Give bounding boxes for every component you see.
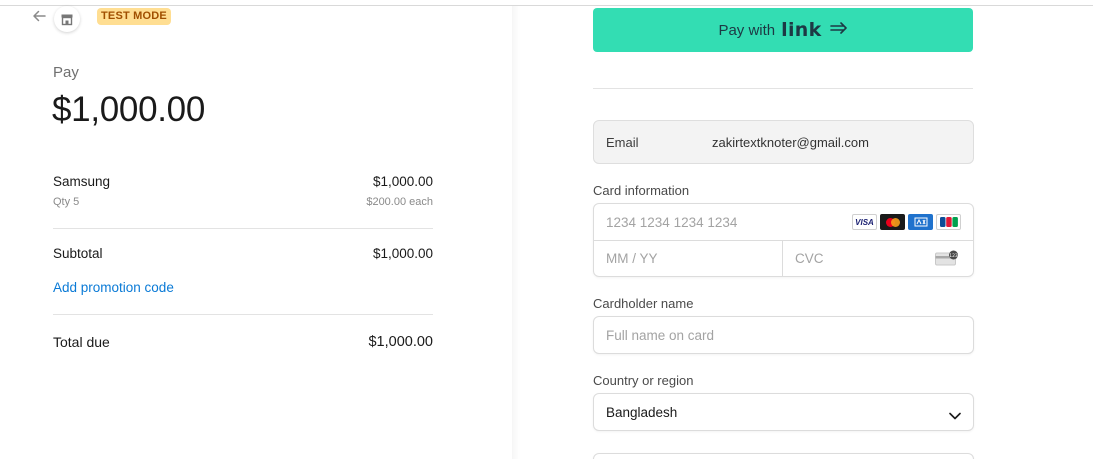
amex-icon bbox=[908, 214, 933, 230]
item-unit-price: $200.00 each bbox=[366, 196, 433, 208]
arrow-right-icon bbox=[829, 21, 848, 39]
back-arrow-icon[interactable] bbox=[31, 9, 47, 23]
next-field-partial[interactable] bbox=[593, 453, 974, 459]
total-value: $1,000.00 bbox=[368, 334, 433, 350]
cvc-placeholder: CVC bbox=[795, 251, 824, 266]
email-field[interactable]: Email zakirtextknoter@gmail.com bbox=[593, 120, 974, 164]
subtotal-value: $1,000.00 bbox=[372, 246, 433, 261]
item-price: $1,000.00 bbox=[372, 174, 433, 189]
card-information-label: Card information bbox=[593, 183, 690, 198]
add-promotion-code-link[interactable]: Add promotion code bbox=[53, 280, 174, 295]
line-item: Samsung $1,000.00 bbox=[53, 174, 433, 189]
link-logo: link bbox=[781, 19, 822, 41]
expiry-placeholder: MM / YY bbox=[606, 251, 658, 266]
pay-with-label: Pay with bbox=[718, 21, 776, 39]
visa-icon: VISA bbox=[852, 214, 877, 230]
pay-label: Pay bbox=[53, 64, 79, 81]
country-value: Bangladesh bbox=[606, 405, 678, 420]
pay-amount: $1,000.00 bbox=[52, 90, 206, 129]
card-information-group: 1234 1234 1234 1234 VISA MM / YY CVC 123 bbox=[593, 203, 974, 277]
cvc-card-icon: 123 bbox=[935, 250, 959, 271]
email-value: zakirtextknoter@gmail.com bbox=[712, 134, 869, 150]
item-qty: Qty 5 bbox=[53, 196, 80, 208]
svg-text:123: 123 bbox=[949, 253, 958, 259]
cardholder-name-label: Cardholder name bbox=[593, 296, 694, 311]
divider bbox=[53, 314, 433, 315]
divider bbox=[53, 228, 433, 229]
pay-with-link-button[interactable]: Pay with link bbox=[593, 8, 973, 52]
expiry-input[interactable]: MM / YY bbox=[594, 241, 783, 277]
panel-divider bbox=[512, 6, 520, 459]
test-mode-badge: TEST MODE bbox=[97, 8, 171, 25]
card-number-input[interactable]: 1234 1234 1234 1234 VISA bbox=[594, 204, 973, 241]
cardholder-name-input[interactable]: Full name on card bbox=[593, 316, 974, 354]
total-row: Total due $1,000.00 bbox=[53, 334, 433, 350]
store-icon bbox=[54, 6, 80, 32]
cvc-input[interactable]: CVC 123 bbox=[783, 241, 973, 277]
divider bbox=[593, 88, 973, 89]
jcb-icon bbox=[936, 214, 961, 230]
card-number-placeholder: 1234 1234 1234 1234 bbox=[606, 215, 738, 230]
mastercard-icon bbox=[880, 214, 905, 230]
card-brands: VISA bbox=[852, 214, 961, 230]
total-label: Total due bbox=[53, 334, 110, 350]
cardholder-name-placeholder: Full name on card bbox=[606, 328, 715, 343]
chevron-down-icon bbox=[949, 407, 961, 425]
line-item-details: Qty 5 $200.00 each bbox=[53, 196, 433, 208]
email-label: Email bbox=[606, 134, 639, 150]
subtotal-label: Subtotal bbox=[53, 246, 103, 261]
item-name: Samsung bbox=[53, 174, 111, 189]
country-label: Country or region bbox=[593, 373, 694, 388]
country-select[interactable]: Bangladesh bbox=[593, 393, 974, 431]
subtotal-row: Subtotal $1,000.00 bbox=[53, 246, 433, 261]
